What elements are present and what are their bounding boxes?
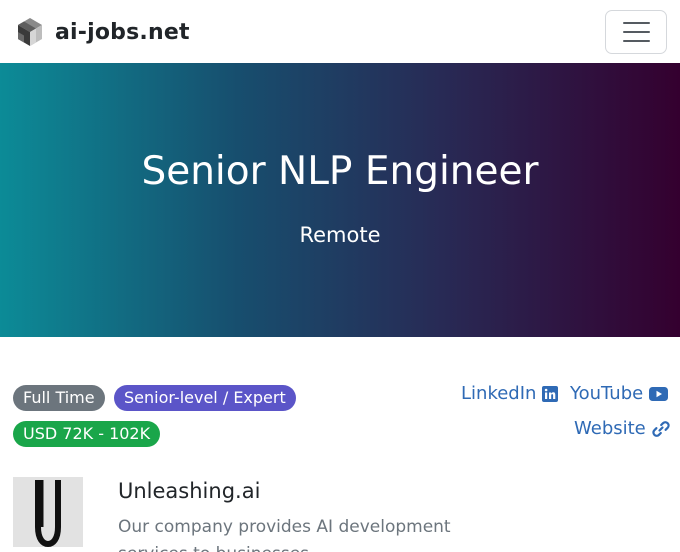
linkedin-label: LinkedIn (461, 383, 537, 404)
company-description: Our company provides AI development serv… (118, 517, 451, 552)
level-badge[interactable]: Senior-level / Expert (114, 385, 296, 411)
salary-badge[interactable]: USD 72K - 102K (13, 421, 161, 447)
website-label: Website (574, 418, 646, 439)
employment-type-badge[interactable]: Full Time (13, 385, 105, 411)
navbar: ai-jobs.net (0, 0, 680, 63)
youtube-icon (649, 387, 669, 401)
menu-line (622, 31, 650, 33)
cube-logo-icon (14, 16, 46, 48)
hamburger-menu-icon[interactable] (605, 10, 667, 54)
youtube-link[interactable]: YouTube (570, 383, 669, 405)
website-link[interactable]: Website (574, 418, 670, 440)
menu-line (622, 22, 650, 24)
job-title: Senior NLP Engineer (141, 149, 539, 194)
job-hero-banner: Senior NLP Engineer Remote (0, 63, 680, 337)
brand-link[interactable]: ai-jobs.net (14, 14, 190, 50)
link-chain-icon (652, 420, 670, 438)
job-location: Remote (299, 223, 381, 247)
linkedin-link[interactable]: LinkedIn (461, 383, 559, 405)
youtube-label: YouTube (570, 383, 644, 404)
company-logo[interactable] (13, 477, 83, 547)
menu-line (622, 40, 650, 42)
brand-name: ai-jobs.net (55, 19, 190, 45)
company-name[interactable]: Unleashing.ai (118, 478, 260, 504)
linkedin-icon (542, 386, 559, 402)
